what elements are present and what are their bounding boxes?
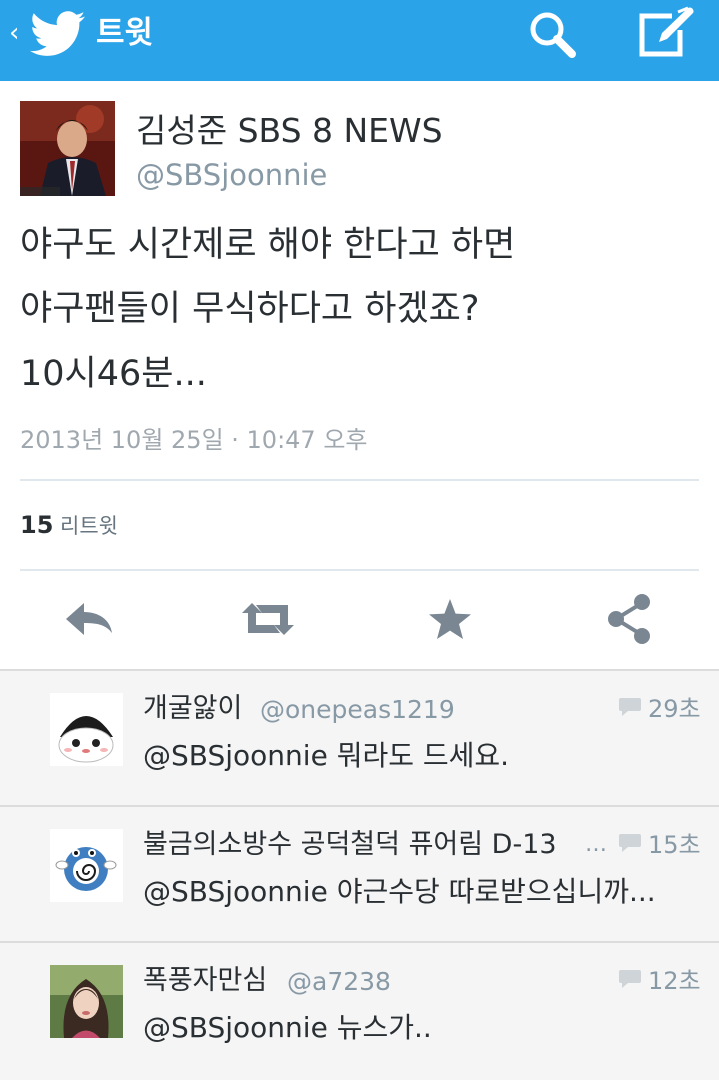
reply-author-name[interactable]: 폭풍자만심 xyxy=(143,963,267,999)
reply-age: 12초 xyxy=(648,967,701,995)
reply-author-handle[interactable]: @a7238 xyxy=(287,966,391,998)
reply-author-handle[interactable]: … xyxy=(585,827,607,863)
avatar[interactable] xyxy=(20,101,115,196)
avatar[interactable] xyxy=(50,829,123,902)
tweet-text-line: 야구팬들이 무식하다고 하겠죠? xyxy=(20,289,480,329)
retweet-count[interactable]: 15 xyxy=(20,509,53,541)
reply-bubble-icon xyxy=(619,970,641,988)
compose-icon[interactable] xyxy=(632,4,698,62)
app-header: ‹ 트윗 xyxy=(0,0,719,81)
user-handle[interactable]: @SBSjoonnie xyxy=(136,157,327,193)
page-title: 트윗 xyxy=(96,15,154,51)
reply-age: 15초 xyxy=(648,831,701,859)
display-name[interactable]: 김성준 SBS 8 NEWS xyxy=(136,111,443,151)
tweet-text-line: 10시46분... xyxy=(20,354,207,394)
search-icon[interactable] xyxy=(524,8,584,60)
reply-item[interactable]: 개굴앓이 @onepeas1219 29초 @SBSjoonnie 뭐라도 드세… xyxy=(0,671,719,807)
reply-text: @SBSjoonnie 야근수당 따로받으십니까... xyxy=(143,875,656,908)
reply-text: @SBSjoonnie 뭐라도 드세요. xyxy=(143,739,510,772)
reply-author-handle[interactable]: @onepeas1219 xyxy=(260,694,455,726)
divider xyxy=(20,569,699,571)
reply-list: 개굴앓이 @onepeas1219 29초 @SBSjoonnie 뭐라도 드세… xyxy=(0,669,719,1080)
avatar[interactable] xyxy=(50,693,123,766)
avatar[interactable] xyxy=(50,965,123,1038)
retweet-label[interactable]: 리트윗 xyxy=(60,511,118,541)
reply-author-name[interactable]: 개굴앓이 xyxy=(143,691,242,727)
reply-bubble-icon xyxy=(619,834,641,852)
reply-bubble-icon xyxy=(619,698,641,716)
twitter-bird-icon[interactable] xyxy=(30,11,86,57)
reply-item[interactable]: 불금의소방수 공덕철덕 퓨어림 D-13 … 15초 @SBSjoonnie 야… xyxy=(0,807,719,943)
star-icon[interactable] xyxy=(420,591,480,647)
tweet-timestamp: 2013년 10월 25일 · 10:47 오후 xyxy=(20,426,368,454)
share-icon[interactable] xyxy=(600,591,660,647)
reply-author-name[interactable]: 불금의소방수 공덕철덕 퓨어림 D-13 xyxy=(143,827,603,863)
tweet-text-line: 야구도 시간제로 해야 한다고 하면 xyxy=(20,225,516,265)
back-chevron-icon[interactable]: ‹ xyxy=(9,18,19,48)
tweet-detail: 김성준 SBS 8 NEWS @SBSjoonnie 야구도 시간제로 해야 한… xyxy=(0,81,719,669)
reply-item[interactable]: 폭풍자만심 @a7238 12초 @SBSjoonnie 뉴스가.. xyxy=(0,943,719,1080)
reply-icon[interactable] xyxy=(58,591,118,647)
divider xyxy=(20,479,699,481)
reply-text: @SBSjoonnie 뉴스가.. xyxy=(143,1011,432,1044)
reply-age: 29초 xyxy=(648,695,701,723)
retweet-icon[interactable] xyxy=(238,591,298,647)
